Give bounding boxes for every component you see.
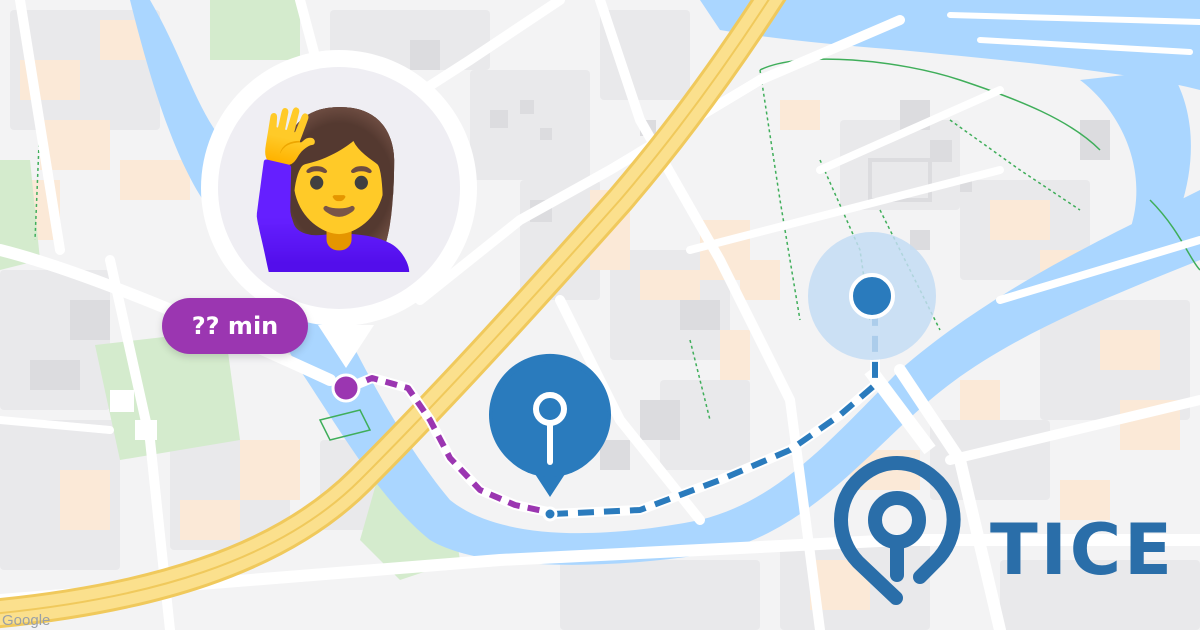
user-location-dot[interactable]: [331, 373, 361, 403]
destination-marker[interactable]: [808, 232, 936, 360]
map-attribution: Google: [2, 612, 51, 629]
woman-raising-hand-icon: 🙋‍♀️: [245, 103, 433, 277]
brand-name: TICE: [990, 509, 1175, 591]
destination-location-icon: [849, 273, 895, 319]
eta-badge: ?? min: [162, 298, 308, 354]
